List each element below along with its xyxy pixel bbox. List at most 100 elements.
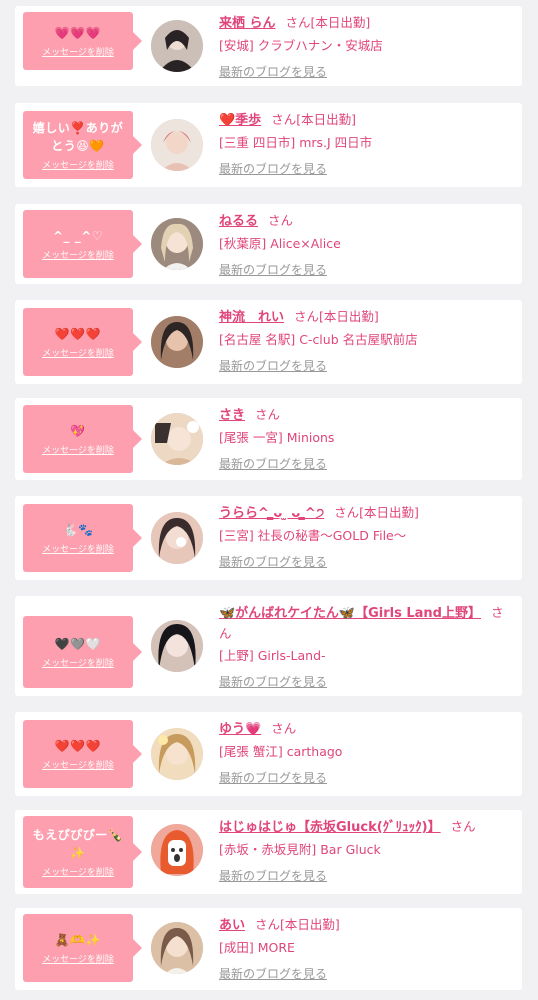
message-bubble: ❤️❤️❤️ メッセージを削除 [23,720,142,788]
list-item: ❤️❤️❤️ メッセージを削除 神流 れい さん[本日出勤] [名古屋 名駅] C… [15,300,522,384]
list-item: 💖 メッセージを削除 さき さん [尾張 一宮] Minions 最新のブログを見… [15,398,522,480]
message-text: 嬉しい❣️ありがとう😆🧡 [32,121,124,153]
latest-blog-link[interactable]: 最新のブログを見る [219,672,512,692]
list-item: 🧸🫶✨ メッセージを削除 あい さん[本日出勤] [成田] MORE 最新のブログ… [15,908,522,990]
avatar[interactable] [151,20,203,72]
message-bubble: ❤️❤️❤️ メッセージを削除 [23,308,142,376]
message-bubble: 嬉しい❣️ありがとう😆🧡 メッセージを削除 [23,111,142,179]
shop-name: [赤坂・赤坂見附] Bar Gluck [219,842,381,857]
list-item: ❤️❤️❤️ メッセージを削除 ゆう💗 さん [尾張 蟹江] carthago 最… [15,712,522,796]
message-bubble: ^_ _^♡ メッセージを削除 [23,210,142,278]
avatar[interactable] [151,316,203,368]
profile-info: はじゅはじゅ【赤坂Gluck(ｸﾞﾘｭｯｸ)】 さん [赤坂・赤坂見附] Bar … [219,817,512,886]
message-text: ❤️❤️❤️ [54,739,102,753]
message-bubble: もえぴぴぴー🍾✨ メッセージを削除 [23,816,142,888]
shop-name: [上野] Girls-Land- [219,648,326,663]
honorific: さん [271,112,297,127]
name-link[interactable]: ねるる [219,214,258,229]
message-text: もえぴぴぴー🍾✨ [32,828,124,860]
delete-message-link[interactable]: メッセージを削除 [42,656,114,669]
honorific: さん [268,213,294,228]
honorific: さん [271,721,297,736]
name-link[interactable]: さき [219,408,245,423]
honorific: さん [285,15,311,30]
shop-name: [成田] MORE [219,940,295,955]
name-link[interactable]: ❤️季歩 [219,113,261,128]
message-text: 🧸🫶✨ [54,933,102,947]
honorific: さん [450,819,476,834]
avatar[interactable] [151,620,203,672]
latest-blog-link[interactable]: 最新のブログを見る [219,768,512,788]
honorific: さん [255,407,281,422]
latest-blog-link[interactable]: 最新のブログを見る [219,866,512,886]
profile-info: 🦋がんばれケイたん🦋【Girls Land上野】 さん [上野] Girls-La… [219,603,512,692]
avatar[interactable] [151,824,203,876]
profile-info: うらら^ ̳ᴗ ̫ ᴗ ̳^੭ さん[本日出勤] [三宮] 社長の秘書〜GOLD … [219,503,512,572]
delete-message-link[interactable]: メッセージを削除 [42,952,114,965]
status-badge: [本日出勤] [280,917,340,932]
message-list: 💗💗💗 メッセージを削除 来栖 らん さん[本日出勤] [安城] クラブハナン・安… [0,0,538,1000]
list-item: 🖤🩶🤍 メッセージを削除 🦋がんばれケイたん🦋【Girls Land上野】 さん … [15,596,522,696]
latest-blog-link[interactable]: 最新のブログを見る [219,260,512,280]
shop-name: [尾張 一宮] Minions [219,430,335,445]
avatar[interactable] [151,512,203,564]
message-bubble: 🖤🩶🤍 メッセージを削除 [23,616,142,688]
status-badge: [本日出勤] [319,309,379,324]
status-badge: [本日出勤] [296,112,356,127]
delete-message-link[interactable]: メッセージを削除 [42,158,114,171]
message-text: 💗💗💗 [54,26,102,40]
honorific: さん [255,917,281,932]
avatar[interactable] [151,218,203,270]
shop-name: [安城] クラブハナン・安城店 [219,38,383,53]
message-text: ❤️❤️❤️ [54,327,102,341]
message-text: 🐇🐾 [62,523,94,537]
shop-name: [三重 四日市] mrs.J 四日市 [219,135,373,150]
avatar[interactable] [151,413,203,465]
honorific: さん [294,309,320,324]
name-link[interactable]: 来栖 らん [219,16,276,31]
profile-info: 来栖 らん さん[本日出勤] [安城] クラブハナン・安城店 最新のブログを見る [219,13,512,82]
name-link[interactable]: はじゅはじゅ【赤坂Gluck(ｸﾞﾘｭｯｸ)】 [219,820,441,835]
name-link[interactable]: うらら^ ̳ᴗ ̫ ᴗ ̳^੭ [219,506,324,521]
latest-blog-link[interactable]: 最新のブログを見る [219,356,512,376]
latest-blog-link[interactable]: 最新のブログを見る [219,964,512,984]
delete-message-link[interactable]: メッセージを削除 [42,443,114,456]
message-text: 💖 [70,424,86,438]
profile-info: あい さん[本日出勤] [成田] MORE 最新のブログを見る [219,915,512,984]
latest-blog-link[interactable]: 最新のブログを見る [219,552,512,572]
delete-message-link[interactable]: メッセージを削除 [42,542,114,555]
name-link[interactable]: ゆう💗 [219,722,261,737]
message-bubble: 🧸🫶✨ メッセージを削除 [23,914,142,982]
status-badge: [本日出勤] [359,505,419,520]
name-link[interactable]: 🦋がんばれケイたん🦋【Girls Land上野】 [219,606,481,621]
status-badge: [本日出勤] [310,15,371,30]
honorific: さん [334,505,360,520]
latest-blog-link[interactable]: 最新のブログを見る [219,159,512,179]
list-item: ^_ _^♡ メッセージを削除 ねるる さん [秋葉原] Alice×Alice … [15,204,522,284]
delete-message-link[interactable]: メッセージを削除 [42,45,114,58]
delete-message-link[interactable]: メッセージを削除 [42,346,114,359]
delete-message-link[interactable]: メッセージを削除 [42,758,114,771]
shop-name: [名古屋 名駅] C-club 名古屋駅前店 [219,332,418,347]
shop-name: [尾張 蟹江] carthago [219,744,343,759]
message-bubble: 💖 メッセージを削除 [23,405,142,473]
avatar[interactable] [151,728,203,780]
latest-blog-link[interactable]: 最新のブログを見る [219,454,512,474]
list-item: 💗💗💗 メッセージを削除 来栖 らん さん[本日出勤] [安城] クラブハナン・安… [15,6,522,86]
name-link[interactable]: あい [219,918,245,933]
shop-name: [秋葉原] Alice×Alice [219,236,341,251]
message-text: 🖤🩶🤍 [54,637,102,651]
delete-message-link[interactable]: メッセージを削除 [42,865,114,878]
message-bubble: 💗💗💗 メッセージを削除 [23,12,142,70]
latest-blog-link[interactable]: 最新のブログを見る [219,62,512,82]
profile-info: ねるる さん [秋葉原] Alice×Alice 最新のブログを見る [219,211,512,280]
avatar[interactable] [151,119,203,171]
message-bubble: 🐇🐾 メッセージを削除 [23,504,142,572]
delete-message-link[interactable]: メッセージを削除 [42,248,114,261]
list-item: もえぴぴぴー🍾✨ メッセージを削除 はじゅはじゅ【赤坂Gluck(ｸﾞﾘｭｯｸ)… [15,810,522,894]
shop-name: [三宮] 社長の秘書〜GOLD File〜 [219,528,407,543]
name-link[interactable]: 神流 れい [219,310,284,325]
avatar[interactable] [151,922,203,974]
profile-info: ❤️季歩 さん[本日出勤] [三重 四日市] mrs.J 四日市 最新のブログを見… [219,110,512,179]
profile-info: さき さん [尾張 一宮] Minions 最新のブログを見る [219,405,512,474]
